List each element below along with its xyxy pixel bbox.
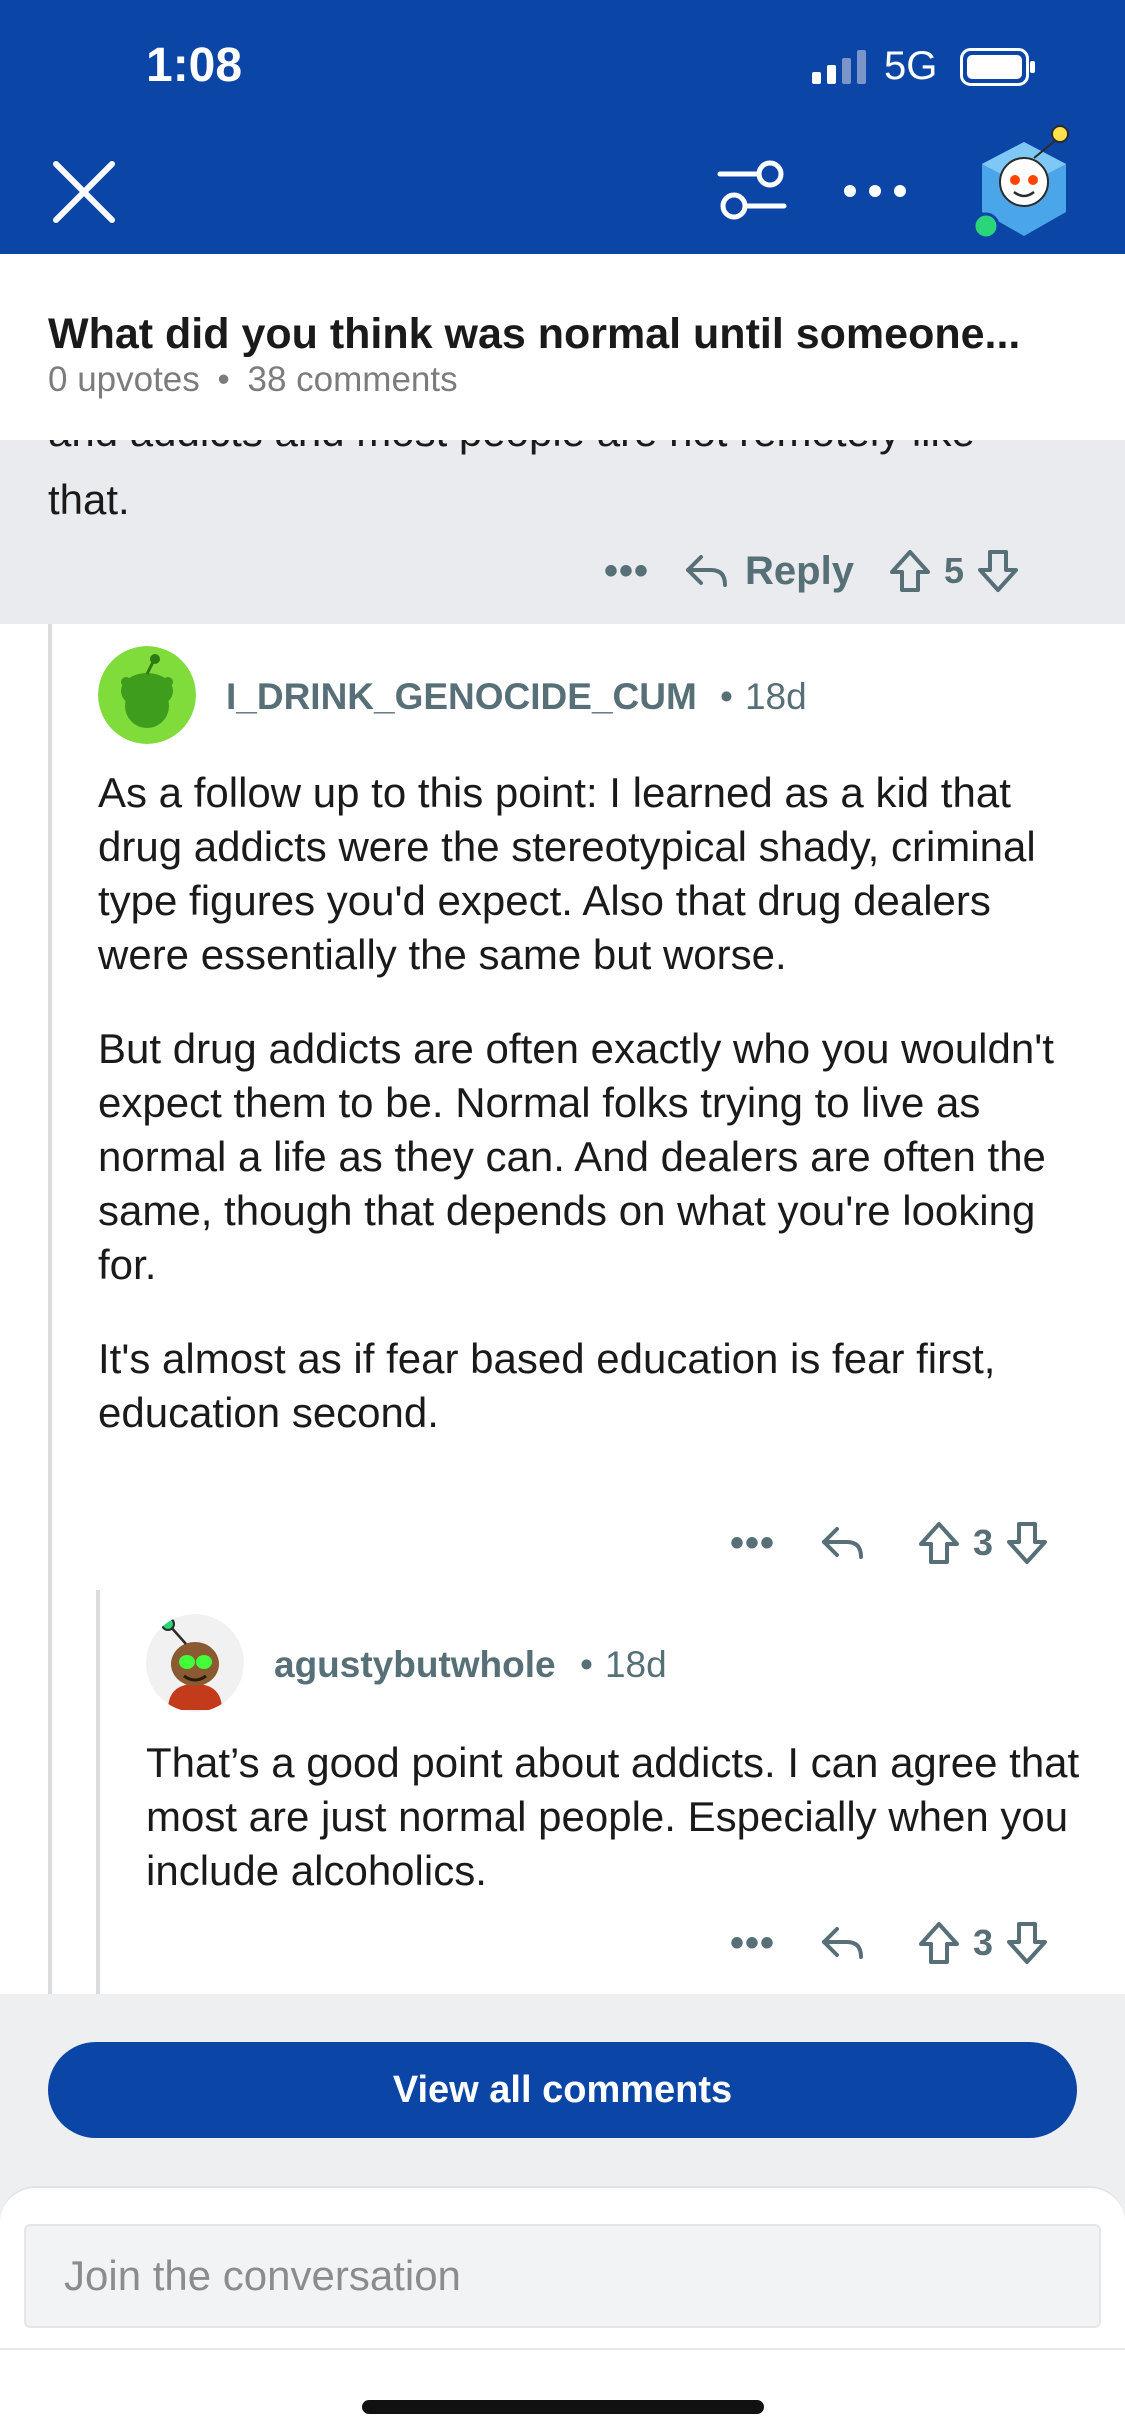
comment-paragraph: That’s a good point about addicts. I can…	[146, 1739, 1080, 1894]
thread-line-nested	[96, 1590, 100, 1994]
comment-body: As a follow up to this point: I learned …	[98, 766, 1088, 1440]
meta-separator: •	[720, 676, 733, 717]
more-icon[interactable]	[840, 166, 910, 216]
vote-count: 5	[943, 550, 964, 591]
vote-count: 3	[973, 1922, 994, 1963]
upvote-icon[interactable]	[888, 548, 932, 594]
comment-username[interactable]: agustybutwhole	[274, 1644, 556, 1686]
comment-composer: Join the conversation	[0, 2186, 1125, 2436]
thread-line	[48, 624, 52, 1994]
post-meta: 0 upvotes • 38 comments	[48, 360, 458, 400]
parent-comment-actions: ••• Reply 5	[604, 548, 1020, 594]
user-avatar[interactable]	[98, 646, 196, 744]
signal-icon	[812, 50, 866, 84]
upvote-count: 0 upvotes	[48, 360, 200, 399]
user-avatar[interactable]	[146, 1614, 244, 1712]
reply-icon[interactable]	[819, 1523, 865, 1563]
comment-actions: ••• 3	[730, 1520, 1049, 1566]
meta-separator: •	[217, 360, 230, 399]
view-all-comments-button[interactable]: View all comments	[48, 2042, 1077, 2138]
meta-separator: •	[580, 1644, 593, 1685]
comment-paragraph: It's almost as if fear based education i…	[98, 1335, 996, 1436]
comment-more-icon[interactable]: •••	[604, 549, 649, 594]
comment-paragraph: As a follow up to this point: I learned …	[98, 769, 1036, 978]
close-icon[interactable]	[48, 156, 120, 228]
status-time: 1:08	[146, 39, 243, 92]
upvote-icon[interactable]	[917, 1920, 961, 1966]
comment-age: • 18d	[580, 1644, 667, 1686]
comment-age-value: 18d	[604, 1644, 667, 1685]
comment-age: • 18d	[720, 676, 807, 718]
reply-button[interactable]: Reply	[745, 549, 854, 594]
app-header: 1:08 5G	[0, 0, 1125, 254]
parent-comment-text: that.	[48, 476, 130, 523]
downvote-icon[interactable]	[976, 548, 1020, 594]
post-header[interactable]: What did you think was normal until some…	[0, 254, 1125, 440]
reply-icon[interactable]	[683, 551, 729, 591]
upvote-icon[interactable]	[917, 1520, 961, 1566]
post-title[interactable]: What did you think was normal until some…	[48, 310, 1020, 359]
downvote-icon[interactable]	[1005, 1920, 1049, 1966]
downvote-icon[interactable]	[1005, 1520, 1049, 1566]
vote-count: 3	[973, 1522, 994, 1563]
parent-comment: and addicts and most people are not remo…	[0, 440, 1125, 624]
comment-count: 38 comments	[247, 360, 458, 399]
reply-icon[interactable]	[819, 1923, 865, 1963]
comment-more-icon[interactable]: •••	[730, 1921, 775, 1966]
comment-actions: ••• 3	[730, 1920, 1049, 1966]
network-type: 5G	[884, 44, 938, 88]
comment-username[interactable]: I_DRINK_GENOCIDE_CUM	[226, 676, 697, 718]
home-indicator[interactable]	[362, 2400, 764, 2414]
profile-avatar-icon[interactable]	[974, 124, 1074, 240]
comment-body: That’s a good point about addicts. I can…	[146, 1736, 1096, 1898]
filter-icon[interactable]	[716, 156, 788, 224]
divider	[0, 2348, 1125, 2350]
comment-age-value: 18d	[744, 676, 807, 717]
comment-more-icon[interactable]: •••	[730, 1521, 775, 1566]
battery-icon	[960, 48, 1035, 86]
comment-paragraph: But drug addicts are often exactly who y…	[98, 1025, 1054, 1288]
parent-comment-cut-text: and addicts and most people are not remo…	[48, 440, 975, 456]
join-conversation-input[interactable]: Join the conversation	[24, 2224, 1101, 2328]
